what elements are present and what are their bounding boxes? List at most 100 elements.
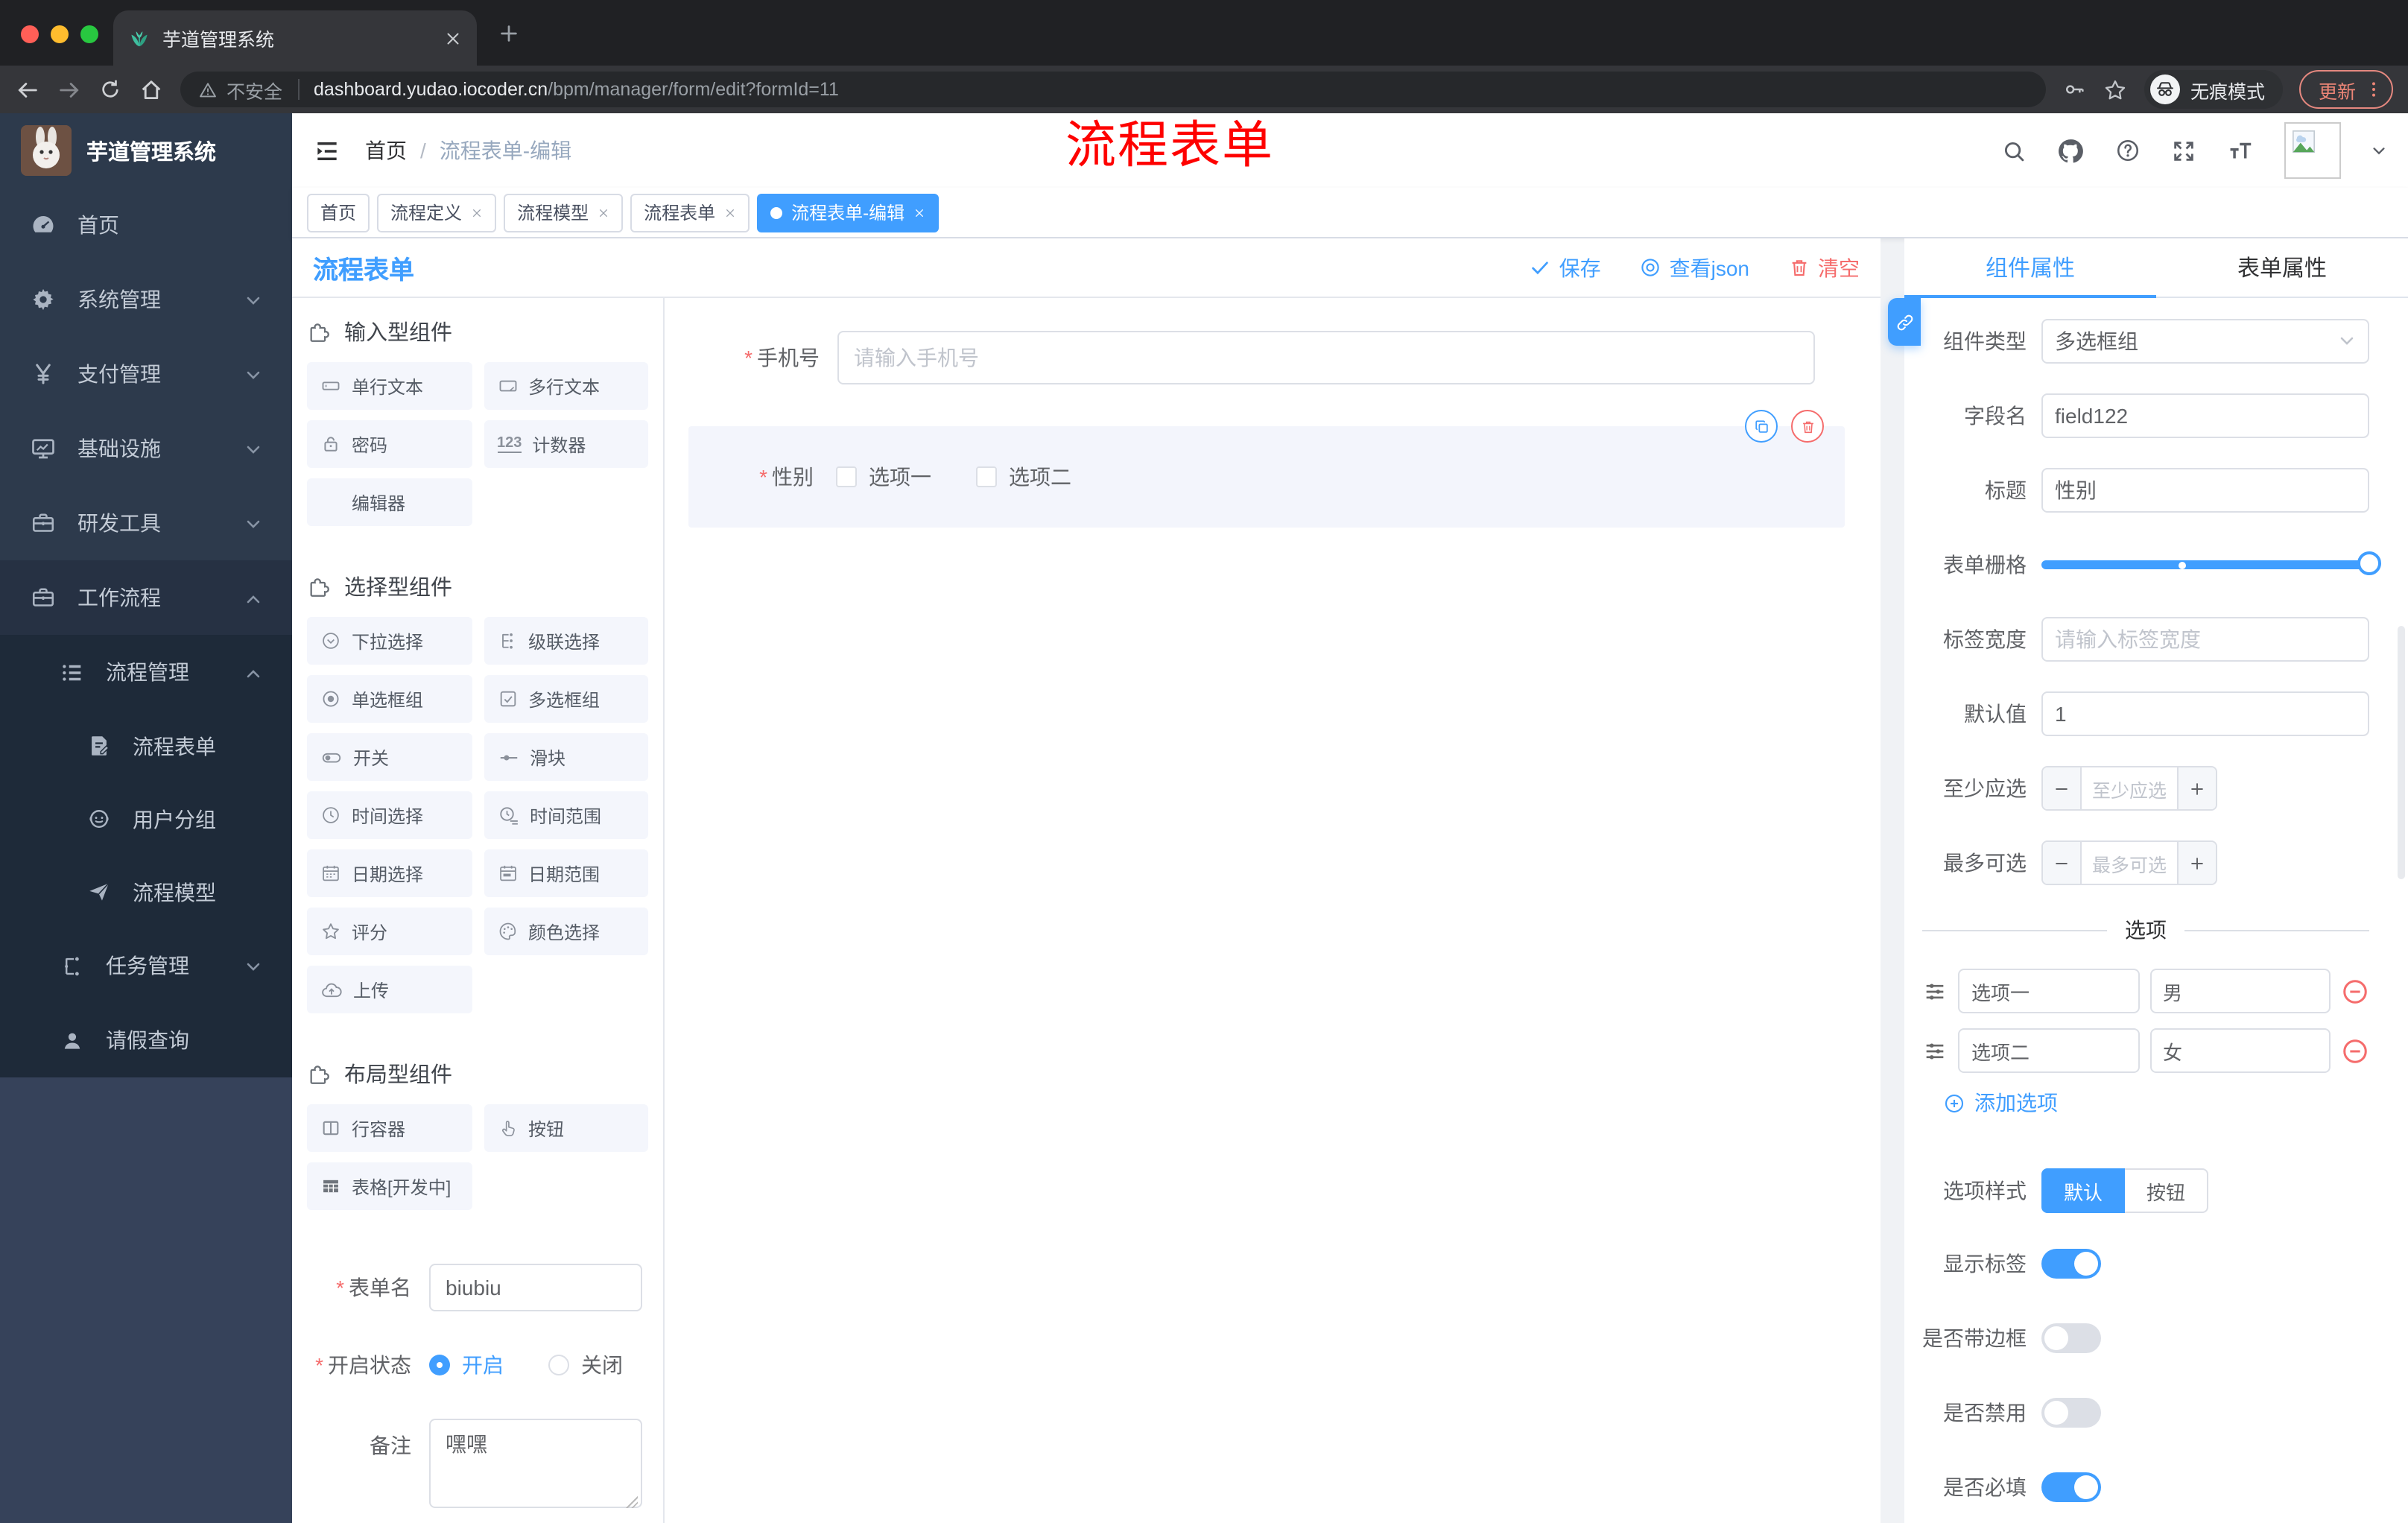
sidebar-item-task-mgmt[interactable]: 任务管理 <box>0 928 292 1003</box>
sidebar-item-home[interactable]: 首页 <box>0 188 292 262</box>
tab-close-icon[interactable] <box>913 206 925 218</box>
required-switch[interactable] <box>2041 1472 2101 1502</box>
option-name-input[interactable] <box>1958 969 2139 1013</box>
tab-close-icon[interactable] <box>724 206 736 218</box>
fullscreen-icon[interactable] <box>2171 138 2196 163</box>
remove-option-button[interactable] <box>2341 977 2369 1005</box>
increase-button[interactable] <box>2177 842 2216 884</box>
page-tab-form-edit[interactable]: 流程表单-编辑 <box>757 193 940 232</box>
maximize-window-button[interactable] <box>80 25 98 43</box>
component-chip-password[interactable]: 密码 <box>307 420 472 468</box>
page-tab-process-def[interactable]: 流程定义 <box>377 193 497 232</box>
component-chip-table[interactable]: 表格[开发中] <box>307 1162 472 1210</box>
tab-close-icon[interactable] <box>598 206 609 218</box>
help-icon[interactable] <box>2114 137 2141 164</box>
option-value-input[interactable] <box>2149 969 2331 1013</box>
status-radio-off[interactable]: 关闭 <box>548 1350 623 1380</box>
clear-button[interactable]: 清空 <box>1788 253 1860 282</box>
page-tab-process-model[interactable]: 流程模型 <box>504 193 624 232</box>
component-chip-time[interactable]: 时间选择 <box>307 791 472 839</box>
title-input[interactable] <box>2041 468 2369 513</box>
link-tag-button[interactable] <box>1888 298 1921 346</box>
field-name-input[interactable] <box>2041 393 2369 438</box>
github-icon[interactable] <box>2056 136 2085 165</box>
tab-close-icon[interactable] <box>444 29 462 47</box>
close-window-button[interactable] <box>21 25 39 43</box>
browser-menu-icon[interactable] <box>2363 79 2384 100</box>
tab-form-props[interactable]: 表单属性 <box>2156 238 2408 297</box>
label-width-input[interactable] <box>2041 617 2369 662</box>
component-chip-date[interactable]: 日期选择 <box>307 849 472 897</box>
forward-icon[interactable] <box>57 77 82 102</box>
component-chip-checkbox-group[interactable]: 多选框组 <box>484 675 648 723</box>
component-chip-row-container[interactable]: 行容器 <box>307 1104 472 1152</box>
option-name-input[interactable] <box>1958 1028 2139 1073</box>
sidebar-item-user-group[interactable]: 用户分组 <box>0 782 292 855</box>
sidebar-item-infra[interactable]: 基础设施 <box>0 411 292 486</box>
reload-icon[interactable] <box>98 77 122 101</box>
gender-option-1[interactable]: 选项一 <box>836 462 931 492</box>
sidebar-item-process-form[interactable]: 流程表单 <box>0 709 292 782</box>
canvas-field-phone[interactable]: * 手机号 <box>688 331 1857 384</box>
component-chip-time-range[interactable]: 时间范围 <box>484 791 648 839</box>
show-label-switch[interactable] <box>2041 1249 2101 1279</box>
style-default-button[interactable]: 默认 <box>2041 1168 2125 1213</box>
max-select-placeholder[interactable]: 最多可选 <box>2082 842 2177 884</box>
home-icon[interactable] <box>139 77 164 102</box>
component-chip-radio-group[interactable]: 单选框组 <box>307 675 472 723</box>
sidebar-item-process-mgmt[interactable]: 流程管理 <box>0 635 292 709</box>
component-chip-switch[interactable]: 开关 <box>307 733 472 781</box>
component-chip-upload[interactable]: 上传 <box>307 966 472 1013</box>
component-chip-select[interactable]: 下拉选择 <box>307 617 472 665</box>
slider-knob[interactable] <box>2357 551 2381 575</box>
save-button[interactable]: 保存 <box>1530 253 1601 282</box>
decrease-button[interactable] <box>2043 767 2082 809</box>
component-chip-slider[interactable]: 滑块 <box>484 733 648 781</box>
sidebar-item-payment[interactable]: 支付管理 <box>0 337 292 411</box>
canvas-field-gender-selected[interactable]: * 性别 选项一 选项二 <box>688 410 1845 528</box>
tab-component-props[interactable]: 组件属性 <box>1904 238 2156 298</box>
view-json-button[interactable]: 查看json <box>1640 253 1749 282</box>
tab-close-icon[interactable] <box>471 206 483 218</box>
copy-widget-button[interactable] <box>1745 410 1778 443</box>
new-tab-icon[interactable] <box>498 22 520 45</box>
grid-slider[interactable] <box>2041 542 2381 587</box>
component-chip-button[interactable]: 按钮 <box>484 1104 648 1152</box>
back-icon[interactable] <box>15 77 40 102</box>
drag-handle-icon[interactable] <box>1922 978 1948 1004</box>
page-tab-home[interactable]: 首页 <box>307 193 370 232</box>
style-button-button[interactable]: 按钮 <box>2125 1168 2208 1213</box>
page-tab-process-form[interactable]: 流程表单 <box>630 193 750 232</box>
browser-tab[interactable]: 芋道管理系统 <box>113 10 477 66</box>
sidebar-logo[interactable]: 芋道管理系统 <box>0 113 292 188</box>
component-chip-multi-text[interactable]: 多行文本 <box>484 362 648 410</box>
component-chip-editor[interactable]: 编辑器 <box>307 478 472 526</box>
slider-track[interactable] <box>2041 560 2369 569</box>
form-canvas[interactable]: *手机号 *性别 选项一 <box>665 298 1881 1523</box>
avatar[interactable] <box>2284 122 2341 179</box>
remove-option-button[interactable] <box>2341 1036 2369 1065</box>
sidebar-item-workflow[interactable]: 工作流程 <box>0 560 292 635</box>
disabled-switch[interactable] <box>2041 1398 2101 1428</box>
gender-option-2[interactable]: 选项二 <box>976 462 1071 492</box>
checkbox[interactable] <box>836 466 857 487</box>
sidebar-item-leave-query[interactable]: 请假查询 <box>0 1003 292 1077</box>
collapse-sidebar-icon[interactable] <box>313 136 341 165</box>
panel-scrollbar[interactable] <box>2398 626 2405 879</box>
search-icon[interactable] <box>2001 138 2027 163</box>
min-select-placeholder[interactable]: 至少应选 <box>2082 767 2177 809</box>
decrease-button[interactable] <box>2043 842 2082 884</box>
component-type-select[interactable]: 多选框组 <box>2041 319 2369 364</box>
font-size-icon[interactable] <box>2226 136 2255 165</box>
password-key-icon[interactable] <box>2062 77 2086 101</box>
url-bar[interactable]: 不安全 dashboard.yudao.iocoder.cn /bpm/mana… <box>180 72 2046 107</box>
sidebar-item-devtools[interactable]: 研发工具 <box>0 486 292 560</box>
default-value-input[interactable] <box>2041 691 2369 736</box>
form-name-input[interactable] <box>429 1264 642 1311</box>
drag-handle-icon[interactable] <box>1922 1038 1948 1063</box>
delete-widget-button[interactable] <box>1791 410 1824 443</box>
form-remark-textarea[interactable]: 嘿嘿 <box>429 1419 642 1508</box>
component-chip-cascader[interactable]: 级联选择 <box>484 617 648 665</box>
component-chip-counter[interactable]: 123 计数器 <box>484 420 648 468</box>
increase-button[interactable] <box>2177 767 2216 809</box>
